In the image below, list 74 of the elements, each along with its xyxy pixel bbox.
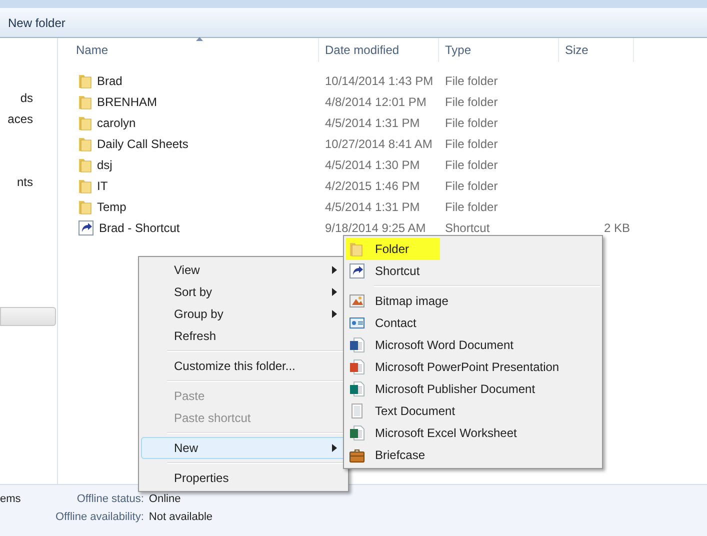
- folder-icon: [78, 114, 92, 130]
- table-cell-text: File folder: [444, 94, 499, 110]
- menu-item[interactable]: Group by: [141, 303, 346, 325]
- menu-item[interactable]: New: [141, 437, 346, 459]
- file-name[interactable]: Temp: [97, 198, 126, 216]
- detail-value: Online: [148, 492, 182, 507]
- table-cell-text: File folder: [444, 198, 499, 216]
- shortcut-icon: [349, 263, 365, 279]
- shortcut-icon: [78, 220, 94, 236]
- briefcase-icon: [349, 447, 365, 463]
- navigation-item[interactable]: nts: [0, 172, 57, 193]
- file-name[interactable]: Brad: [97, 72, 122, 90]
- menu-item[interactable]: Shortcut: [346, 260, 600, 282]
- menu-item[interactable]: Microsoft Publisher Document: [346, 378, 600, 400]
- table-cell-text: 4/5/2014 1:30 PM: [324, 156, 421, 174]
- menu-item[interactable]: Refresh: [141, 325, 346, 347]
- menu-item[interactable]: Microsoft Word Document: [346, 334, 600, 356]
- menu-item[interactable]: Text Document: [346, 400, 600, 422]
- menu-item[interactable]: Customize this folder...: [141, 355, 346, 377]
- folder-icon: [78, 72, 92, 88]
- folder-icon: [78, 178, 92, 194]
- detail-value: Not available: [148, 510, 214, 525]
- scroll-bar[interactable]: [0, 307, 56, 326]
- contact-card-icon: [349, 315, 365, 331]
- table-cell-text: 10/14/2014 1:43 PM: [324, 72, 434, 90]
- folder-icon: [78, 136, 92, 152]
- menu-item[interactable]: Briefcase: [346, 444, 600, 466]
- file-name[interactable]: BRENHAM: [97, 92, 158, 110]
- file-name[interactable]: dsj: [97, 156, 112, 174]
- menu-item[interactable]: Bitmap image: [346, 290, 600, 312]
- table-cell-text: File folder: [444, 72, 499, 90]
- menu-item[interactable]: Microsoft PowerPoint Presentation: [346, 356, 600, 378]
- column-header[interactable]: Date modified: [319, 38, 439, 62]
- menu-item[interactable]: Properties: [141, 467, 346, 489]
- folder-icon: [78, 94, 92, 110]
- table-cell-text: 4/2/2015 1:46 PM: [324, 178, 421, 194]
- file-name[interactable]: IT: [97, 176, 108, 194]
- file-name[interactable]: Brad - Shortcut: [99, 218, 180, 236]
- menu-item[interactable]: Contact: [346, 312, 600, 334]
- table-cell-text: 4/5/2014 1:31 PM: [324, 198, 421, 216]
- item-count: ems: [0, 492, 22, 507]
- table-cell-text: Shortcut: [444, 220, 491, 236]
- file-name[interactable]: carolyn: [97, 114, 136, 132]
- menu-item[interactable]: Microsoft Excel Worksheet: [346, 422, 600, 444]
- table-cell-text: 2 KB: [602, 220, 631, 236]
- column-header[interactable]: Type: [439, 38, 559, 62]
- column-header[interactable]: Name: [58, 38, 319, 62]
- publisher-document-icon: [349, 381, 365, 397]
- detail-label: Offline availability:: [54, 510, 144, 525]
- table-cell-text: File folder: [444, 136, 499, 152]
- file-name[interactable]: Daily Call Sheets: [97, 134, 188, 152]
- navigation-item[interactable]: aces: [0, 109, 57, 130]
- table-cell-text: File folder: [444, 178, 499, 194]
- table-cell-text: File folder: [444, 114, 499, 132]
- table-cell-text: 10/27/2014 8:41 AM: [324, 136, 434, 152]
- new-folder-button[interactable]: New folder: [2, 12, 72, 34]
- table-cell-text: File folder: [444, 156, 499, 174]
- table-cell-text: 4/8/2014 12:01 PM: [324, 94, 428, 110]
- folder-icon: [349, 241, 363, 257]
- text-document-icon: [349, 403, 365, 419]
- navigation-item[interactable]: ds: [0, 88, 57, 109]
- word-document-icon: [349, 337, 365, 353]
- table-cell-text: 9/18/2014 9:25 AM: [324, 220, 427, 236]
- folder-icon: [78, 156, 92, 172]
- column-header[interactable]: Size: [559, 38, 634, 62]
- menu-item[interactable]: Folder: [346, 238, 600, 260]
- picture-file-icon: [349, 293, 365, 309]
- folder-icon: [78, 198, 92, 214]
- presentation-document-icon: [349, 359, 365, 375]
- spreadsheet-document-icon: [349, 425, 365, 441]
- detail-label: Offline status:: [76, 492, 144, 507]
- menu-item[interactable]: View: [141, 259, 346, 281]
- menu-item[interactable]: Sort by: [141, 281, 346, 303]
- table-cell-text: 4/5/2014 1:31 PM: [324, 114, 421, 132]
